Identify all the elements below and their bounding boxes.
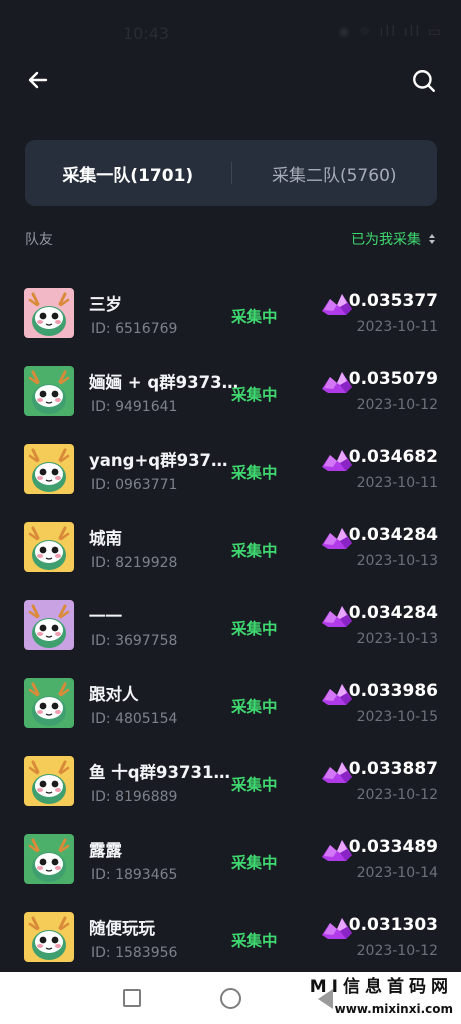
status-badge: 采集中	[231, 386, 278, 404]
member-row[interactable]: 随便玩玩 ID: 1583956 采集中 0.031303 2023-10-12	[0, 898, 461, 976]
member-id: ID: 1893465	[91, 867, 178, 883]
tab-team-two[interactable]: 采集二队(5760)	[232, 161, 438, 186]
member-row[interactable]: 一一 ID: 3697758 采集中 0.034284 2023-10-13	[0, 586, 461, 664]
watermark-url: www.mixinxi.com	[334, 1002, 453, 1016]
avatar	[24, 912, 74, 962]
member-name: 随便玩玩	[89, 919, 155, 938]
back-arrow-icon[interactable]	[22, 64, 54, 96]
member-amount: 0.035079	[348, 369, 438, 389]
status-icons: ◉ ☼ ıll ıll ▭	[337, 24, 443, 40]
member-row[interactable]: 婳婳 + q群9373... ID: 9491641 采集中 0.035079 …	[0, 352, 461, 430]
member-name: yang+q群93731...	[89, 451, 239, 470]
member-id: ID: 8219928	[91, 555, 178, 571]
member-name: 城南	[89, 529, 122, 548]
member-id: ID: 8196889	[91, 789, 178, 805]
status-bar: 10:43 ◉ ☼ ıll ıll ▭	[0, 0, 461, 68]
tab-team-one[interactable]: 采集一队(1701)	[25, 161, 231, 186]
member-amount: 0.034284	[348, 603, 438, 623]
avatar	[24, 756, 74, 806]
member-row[interactable]: yang+q群93731... ID: 0963771 采集中 0.034682…	[0, 430, 461, 508]
member-name: 跟对人	[89, 685, 139, 704]
search-icon[interactable]	[407, 64, 441, 98]
member-row[interactable]: 三岁 ID: 6516769 采集中 0.035377 2023-10-11	[0, 274, 461, 352]
watermark-title: MI信息首码网	[309, 977, 453, 997]
member-row[interactable]: 鱼 十q群937314... ID: 8196889 采集中 0.033887 …	[0, 742, 461, 820]
member-row[interactable]: 露露 ID: 1893465 采集中 0.033489 2023-10-14	[0, 820, 461, 898]
member-date: 2023-10-14	[356, 865, 438, 881]
member-amount: 0.034284	[348, 525, 438, 545]
home-icon[interactable]	[220, 988, 241, 1009]
member-amount: 0.033986	[348, 681, 438, 701]
member-date: 2023-10-13	[356, 553, 438, 569]
member-id: ID: 1583956	[91, 945, 178, 961]
avatar	[24, 522, 74, 572]
system-nav-bar: MI信息首码网 www.mixinxi.com	[0, 972, 461, 1024]
member-name: 露露	[89, 841, 122, 860]
avatar	[24, 834, 74, 884]
member-row[interactable]: 跟对人 ID: 4805154 采集中 0.033986 2023-10-15	[0, 664, 461, 742]
member-date: 2023-10-12	[356, 943, 438, 959]
member-amount: 0.033887	[348, 759, 438, 779]
member-name: 婳婳 + q群9373...	[89, 373, 239, 392]
member-list: 三岁 ID: 6516769 采集中 0.035377 2023-10-11 婳…	[0, 274, 461, 976]
member-id: ID: 0963771	[91, 477, 178, 493]
avatar	[24, 678, 74, 728]
member-amount: 0.031303	[348, 915, 438, 935]
member-amount: 0.033489	[348, 837, 438, 857]
member-date: 2023-10-12	[356, 397, 438, 413]
member-date: 2023-10-11	[356, 319, 438, 335]
status-badge: 采集中	[231, 620, 278, 638]
status-badge: 采集中	[231, 776, 278, 794]
status-badge: 采集中	[231, 932, 278, 950]
member-id: ID: 3697758	[91, 633, 178, 649]
member-id: ID: 9491641	[91, 399, 178, 415]
member-row[interactable]: 城南 ID: 8219928 采集中 0.034284 2023-10-13	[0, 508, 461, 586]
member-name: 三岁	[89, 295, 122, 314]
status-badge: 采集中	[231, 308, 278, 326]
member-date: 2023-10-11	[356, 475, 438, 491]
member-name: 一一	[89, 607, 122, 626]
avatar	[24, 444, 74, 494]
member-date: 2023-10-15	[356, 709, 438, 725]
status-badge: 采集中	[231, 542, 278, 560]
member-id: ID: 4805154	[91, 711, 178, 727]
avatar	[24, 600, 74, 650]
member-amount: 0.035377	[348, 291, 438, 311]
status-time: 10:43	[123, 24, 170, 43]
sort-collected-for-me[interactable]: 已为我采集	[351, 229, 435, 249]
member-name: 鱼 十q群937314...	[89, 763, 239, 782]
member-date: 2023-10-12	[356, 787, 438, 803]
status-badge: 采集中	[231, 854, 278, 872]
team-tabs: 采集一队(1701) 采集二队(5760)	[25, 140, 437, 206]
recent-apps-icon[interactable]	[123, 989, 141, 1007]
sort-label: 已为我采集	[351, 232, 421, 248]
member-date: 2023-10-13	[356, 631, 438, 647]
avatar	[24, 288, 74, 338]
teammates-label: 队友	[25, 232, 53, 248]
status-badge: 采集中	[231, 464, 278, 482]
member-amount: 0.034682	[348, 447, 438, 467]
sort-arrows-icon	[429, 234, 435, 244]
avatar	[24, 366, 74, 416]
member-id: ID: 6516769	[91, 321, 178, 337]
status-badge: 采集中	[231, 698, 278, 716]
